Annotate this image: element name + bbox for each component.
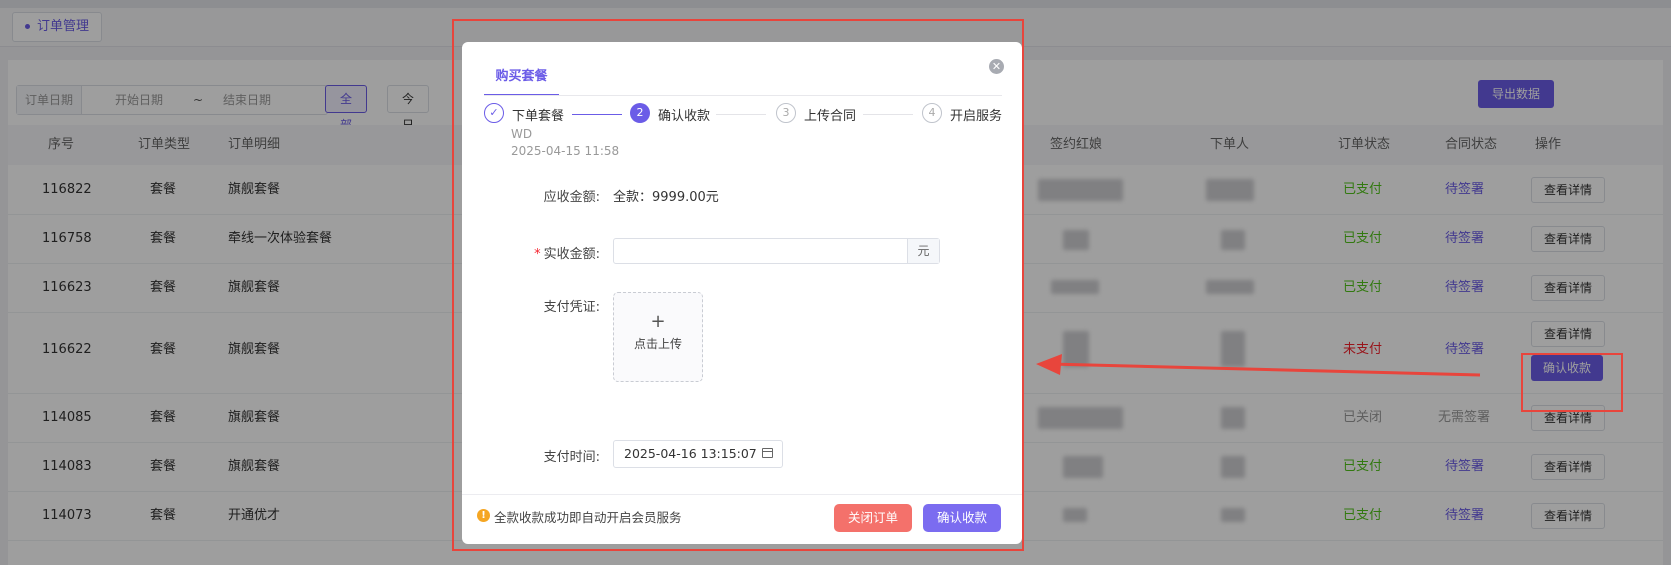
annotation-box-dialog bbox=[452, 19, 1024, 551]
